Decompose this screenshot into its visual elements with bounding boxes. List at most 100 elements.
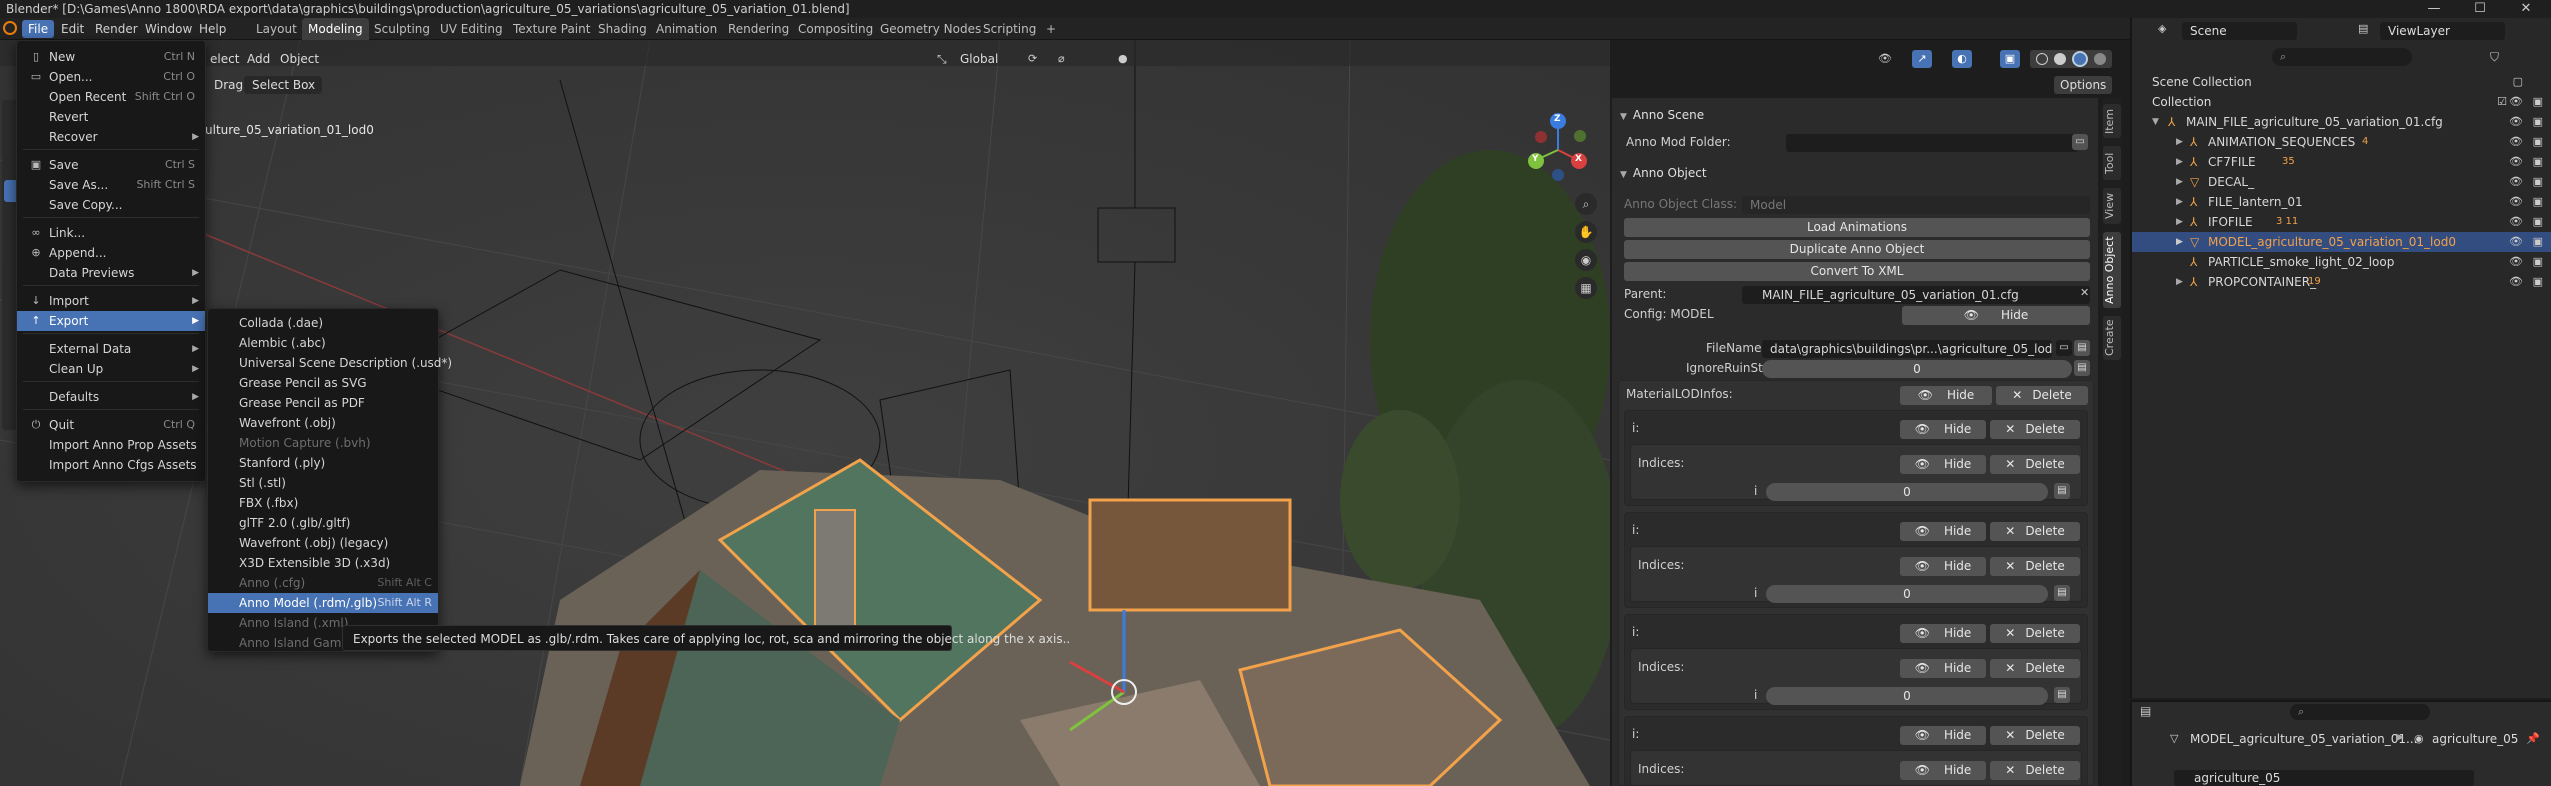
transform-orientation-dropdown[interactable]: Global — [954, 50, 1004, 68]
indices-hide-button[interactable]: 👁 Hide — [1900, 761, 1986, 780]
eye-icon[interactable]: 👁 — [2509, 92, 2523, 112]
load-animations-button[interactable]: Load Animations — [1624, 218, 2090, 237]
file-menu-export[interactable]: ↑ Export ▶ — [17, 311, 205, 331]
lod-entry-hide-button[interactable]: 👁 Hide — [1900, 726, 1986, 745]
copy-icon[interactable]: ▤ — [2054, 585, 2070, 601]
export-gp-svg[interactable]: Grease Pencil as SVG — [208, 373, 438, 393]
export-gltf[interactable]: glTF 2.0 (.glb/.gltf) — [208, 513, 438, 533]
anno-object-header[interactable]: ▼ Anno Object — [1612, 162, 2098, 184]
navigation-gizmo[interactable]: Z X Y — [1528, 112, 1592, 184]
camera-icon[interactable]: ▣ — [2533, 252, 2543, 272]
options-dropdown[interactable]: Options — [2054, 76, 2113, 94]
file-menu-import[interactable]: ↓ Import ▶ — [17, 291, 205, 311]
menu-help[interactable]: Help — [193, 18, 232, 40]
export-obj[interactable]: Wavefront (.obj) — [208, 413, 438, 433]
file-menu-link[interactable]: ∞ Link... — [17, 223, 205, 243]
index-field[interactable]: 0 — [1766, 687, 2048, 705]
tab-view[interactable]: View — [2103, 188, 2121, 224]
visibility-icon[interactable]: 👁 — [1878, 52, 1894, 66]
minimize-button[interactable]: — — [2411, 0, 2457, 18]
tab-scripting[interactable]: Scripting — [977, 18, 1042, 40]
pivot-icon[interactable]: ⟳ — [1028, 52, 1044, 66]
tab-rendering[interactable]: Rendering — [722, 18, 795, 40]
object-menu[interactable]: Object — [274, 50, 325, 68]
tab-geometry-nodes[interactable]: Geometry Nodes — [874, 18, 987, 40]
export-obj-legacy[interactable]: Wavefront (.obj) (legacy) — [208, 533, 438, 553]
tab-sculpting[interactable]: Sculpting — [368, 18, 436, 40]
properties-editor-type-icon[interactable]: ▤ — [2140, 704, 2151, 718]
checkbox-icon[interactable]: ☑ — [2497, 92, 2507, 112]
xray-toggle-icon[interactable]: ▣ — [2000, 50, 2020, 68]
expand-arrow-icon[interactable]: ▶ — [2176, 152, 2183, 172]
scene-selector[interactable]: Scene — [2182, 22, 2297, 40]
camera-icon[interactable]: ▣ — [2533, 272, 2543, 292]
properties-search-input[interactable]: ⌕ — [2290, 704, 2430, 720]
export-bvh[interactable]: Motion Capture (.bvh) — [208, 433, 438, 453]
menu-file[interactable]: File — [22, 20, 55, 38]
camera-icon[interactable]: ▢ — [2513, 72, 2523, 92]
add-menu[interactable]: Add — [241, 50, 276, 68]
outliner-row[interactable]: ▶ ⅄ CF7FILE 35 👁 ▣ — [2132, 152, 2551, 172]
tab-uv-editing[interactable]: UV Editing — [434, 18, 509, 40]
outliner-row[interactable]: ▶ ⅄ PROPCONTAINER_ 19 👁 ▣ — [2132, 272, 2551, 292]
mod-folder-field[interactable] — [1786, 134, 2078, 152]
close-button[interactable]: ✕ — [2503, 0, 2549, 18]
expand-arrow-icon[interactable]: ▶ — [2176, 212, 2183, 232]
outliner-scene-collection[interactable]: Scene Collection ▢ — [2132, 72, 2551, 92]
tab-anno-object[interactable]: Anno Object — [2103, 232, 2121, 308]
drag-select-dropdown[interactable]: Select Box — [244, 76, 322, 94]
copy-icon[interactable]: ▤ — [2074, 360, 2090, 376]
file-menu-save[interactable]: ▣ Save Ctrl S — [17, 155, 205, 175]
export-gp-pdf[interactable]: Grease Pencil as PDF — [208, 393, 438, 413]
indices-delete-button[interactable]: ✕ Delete — [1990, 761, 2080, 780]
lod-entry-hide-button[interactable]: 👁 Hide — [1900, 624, 1986, 643]
indices-hide-button[interactable]: 👁 Hide — [1900, 659, 1986, 678]
filter-icon[interactable]: ⛉ — [2490, 50, 2499, 65]
indices-hide-button[interactable]: 👁 Hide — [1900, 557, 1986, 576]
eye-icon[interactable]: 👁 — [2509, 192, 2523, 212]
anno-scene-header[interactable]: ▼ Anno Scene — [1612, 104, 2098, 126]
eye-icon[interactable]: 👁 — [2509, 152, 2523, 172]
outliner-row[interactable]: ▶ ⅄ IFOFILE 3 11 👁 ▣ — [2132, 212, 2551, 232]
outliner-search-input[interactable]: ⌕ — [2272, 48, 2412, 66]
object-class-dropdown[interactable]: Model — [1742, 196, 2090, 214]
eye-icon[interactable]: 👁 — [2509, 112, 2523, 132]
export-alembic[interactable]: Alembic (.abc) — [208, 333, 438, 353]
indices-delete-button[interactable]: ✕ Delete — [1990, 455, 2080, 474]
outliner-row[interactable]: ▼ ⅄ MAIN_FILE_agriculture_05_variation_01.… — [2132, 112, 2551, 132]
tab-item[interactable]: Item — [2103, 104, 2121, 138]
file-menu-revert[interactable]: Revert — [17, 107, 205, 127]
menu-window[interactable]: Window — [139, 18, 198, 40]
tab-animation[interactable]: Animation — [650, 18, 723, 40]
file-menu-external-data[interactable]: External Data ▶ — [17, 339, 205, 359]
eye-icon[interactable]: 👁 — [2509, 132, 2523, 152]
expand-arrow-icon[interactable]: ▶ — [2176, 192, 2183, 212]
file-menu-save-copy[interactable]: Save Copy... — [17, 195, 205, 215]
viewlayer-selector[interactable]: ViewLayer — [2380, 22, 2505, 40]
folder-browse-icon[interactable]: ▭ — [2072, 134, 2088, 150]
index-field[interactable]: 0 — [1766, 483, 2048, 501]
outliner-row[interactable]: ▶ ⅄ ANIMATION_SEQUENCES 4 👁 ▣ — [2132, 132, 2551, 152]
tab-modeling[interactable]: Modeling — [302, 18, 369, 40]
expand-arrow-icon[interactable]: ▶ — [2176, 132, 2183, 152]
file-menu-save-as[interactable]: Save As... Shift Ctrl S — [17, 175, 205, 195]
pan-hand-icon[interactable]: ✋ — [1575, 221, 1597, 243]
lod-entry-delete-button[interactable]: ✕ Delete — [1990, 522, 2080, 541]
file-menu-open-recent[interactable]: Open Recent Shift Ctrl O — [17, 87, 205, 107]
file-menu-recover[interactable]: Recover ▶ — [17, 127, 205, 147]
export-x3d[interactable]: X3D Extensible 3D (.x3d) — [208, 553, 438, 573]
wireframe-shading-icon[interactable] — [2036, 53, 2048, 65]
shading-mode-buttons[interactable] — [2030, 50, 2112, 68]
lod-entry-delete-button[interactable]: ✕ Delete — [1990, 726, 2080, 745]
file-menu-data-previews[interactable]: Data Previews ▶ — [17, 263, 205, 283]
tab-create[interactable]: Create — [2103, 316, 2121, 360]
ignore-ruin-field[interactable]: 0 — [1762, 360, 2072, 378]
clear-parent-icon[interactable]: ✕ — [2080, 286, 2089, 299]
eye-icon[interactable]: 👁 — [2509, 172, 2523, 192]
export-fbx[interactable]: FBX (.fbx) — [208, 493, 438, 513]
lod-entry-hide-button[interactable]: 👁 Hide — [1900, 522, 1986, 541]
camera-view-icon[interactable]: ◉ — [1575, 249, 1597, 271]
convert-xml-button[interactable]: Convert To XML — [1624, 262, 2090, 281]
overlay-toggle-icon[interactable]: ◐ — [1952, 50, 1972, 68]
tab-compositing[interactable]: Compositing — [792, 18, 879, 40]
